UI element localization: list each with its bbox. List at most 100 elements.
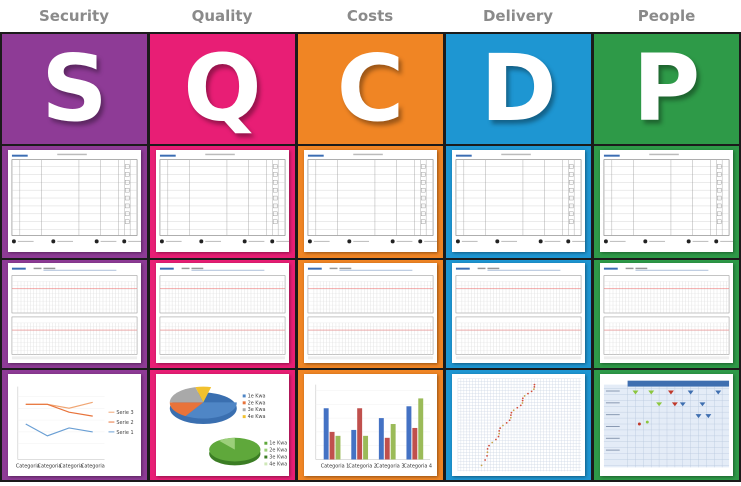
serie-3-line	[25, 401, 93, 409]
action-form-thumbnail[interactable]	[304, 150, 437, 252]
x-tick-label: Categoria	[59, 463, 83, 469]
form-sheet	[455, 153, 585, 244]
scatter-point	[498, 432, 501, 435]
scatter-point	[521, 397, 524, 400]
form-sheet	[11, 153, 141, 244]
status-dot	[643, 239, 648, 244]
status-dot	[538, 239, 543, 244]
status-dot	[566, 239, 571, 244]
scatter-point	[519, 404, 522, 407]
legend-item: 1e Kwa	[248, 393, 266, 399]
row-divider	[446, 368, 591, 370]
tracking-grid	[307, 267, 434, 360]
form-sheet	[307, 153, 437, 244]
legend-serie-2: Serie 2	[116, 420, 133, 426]
x-tick-label: Categoria	[81, 463, 105, 469]
letter-d: D	[480, 35, 557, 142]
x-tick-label: Categoria 3	[376, 463, 405, 469]
letter-tile-people: P	[594, 34, 739, 144]
form-sheet	[603, 153, 733, 244]
letter-tile-delivery: D	[446, 34, 591, 144]
skills-matrix-thumbnail[interactable]	[600, 374, 733, 476]
letter-p: P	[632, 35, 701, 142]
form-sheet	[159, 153, 289, 244]
scatter-point	[521, 399, 524, 402]
legend-item: 4e Kwa	[248, 414, 266, 420]
action-form-thumbnail[interactable]	[8, 150, 141, 252]
action-form-thumbnail[interactable]	[156, 150, 289, 252]
legend-item: 4e Kwa	[269, 461, 287, 467]
tracking-grid	[455, 267, 582, 360]
row-divider	[298, 258, 443, 260]
status-dot	[714, 239, 719, 244]
scatter-point	[497, 435, 500, 438]
x-tick-label: Categoria 1	[321, 463, 350, 469]
row-divider	[2, 144, 147, 146]
row-divider	[446, 144, 591, 146]
tracking-grid	[603, 267, 730, 360]
scatter-point	[486, 451, 489, 454]
status-dot	[51, 239, 56, 244]
status-dot	[390, 239, 395, 244]
column-delivery: D	[444, 32, 593, 482]
serie-1-line	[25, 423, 93, 437]
column-header-delivery: Delivery	[482, 7, 554, 25]
status-dot	[270, 239, 275, 244]
scatter-point	[510, 414, 512, 417]
column-people: P	[592, 32, 741, 482]
skill-marker	[637, 422, 641, 426]
tracking-grid-thumbnail[interactable]	[600, 263, 733, 363]
scatter-point	[512, 409, 515, 412]
column-header-people: People	[637, 7, 696, 25]
status-dot	[94, 239, 99, 244]
scatter-point	[533, 385, 536, 388]
row-divider	[594, 368, 739, 370]
legend-item: 1e Kwa	[269, 441, 287, 447]
status-dot	[603, 239, 608, 244]
skill-marker	[645, 420, 649, 424]
bar-chart-thumbnail[interactable]: Categoria 1 Categoria 2 Categoria 3 Cate…	[304, 374, 437, 476]
scatter-point	[509, 416, 512, 419]
skills-matrix	[603, 380, 730, 468]
status-dot	[242, 239, 247, 244]
tracking-grid	[159, 267, 286, 360]
legend-serie-1: Serie 1	[116, 430, 133, 436]
row-divider	[298, 368, 443, 370]
tracking-grid-thumbnail[interactable]	[304, 263, 437, 363]
scatter-point	[508, 419, 511, 422]
row-divider	[2, 258, 147, 260]
legend-serie-3: Serie 3	[116, 410, 133, 416]
column-costs: C Categoria 1 Categoria 2 Categoria 3 Ca…	[296, 32, 445, 482]
scatter-point	[486, 454, 488, 457]
column-header-security: Security	[38, 7, 110, 25]
x-tick-label: Categoria	[38, 463, 62, 469]
scatter-point	[530, 390, 533, 393]
scatter-point	[527, 392, 529, 395]
scatter-point	[488, 444, 490, 447]
tracking-grid-thumbnail[interactable]	[156, 263, 289, 363]
scatter-point	[516, 406, 519, 409]
scatter-plot-thumbnail[interactable]	[452, 374, 585, 476]
tracking-grid	[11, 267, 138, 360]
action-form-thumbnail[interactable]	[600, 150, 733, 252]
letter-s: S	[41, 35, 108, 142]
x-tick-label: Categoria 2	[348, 463, 377, 469]
line-chart-thumbnail[interactable]: Serie 3 Serie 2 Serie 1 Categoria Catego…	[8, 374, 141, 476]
tracking-grid-thumbnail[interactable]	[8, 263, 141, 363]
scatter-point	[510, 411, 513, 414]
tracking-grid-thumbnail[interactable]	[452, 263, 585, 363]
pie-chart-thumbnail[interactable]: 1e Kwa 2e Kwa 3e Kwa 4e Kwa 1e Kwa 2e Kw…	[156, 374, 289, 476]
status-dot	[307, 239, 312, 244]
letter-tile-costs: C	[298, 34, 443, 144]
action-form-thumbnail[interactable]	[452, 150, 585, 252]
status-dot	[11, 239, 16, 244]
pie-charts: 1e Kwa 2e Kwa 3e Kwa 4e Kwa 1e Kwa 2e Kw…	[169, 386, 287, 467]
scatter-point	[502, 424, 504, 427]
scatter-point	[491, 441, 494, 444]
letter-tile-quality: Q	[150, 34, 295, 144]
letter-q: Q	[183, 35, 262, 142]
column-header-costs: Costs	[346, 7, 394, 25]
status-dot	[199, 239, 204, 244]
scatter-point	[499, 427, 502, 430]
status-dot	[455, 239, 460, 244]
